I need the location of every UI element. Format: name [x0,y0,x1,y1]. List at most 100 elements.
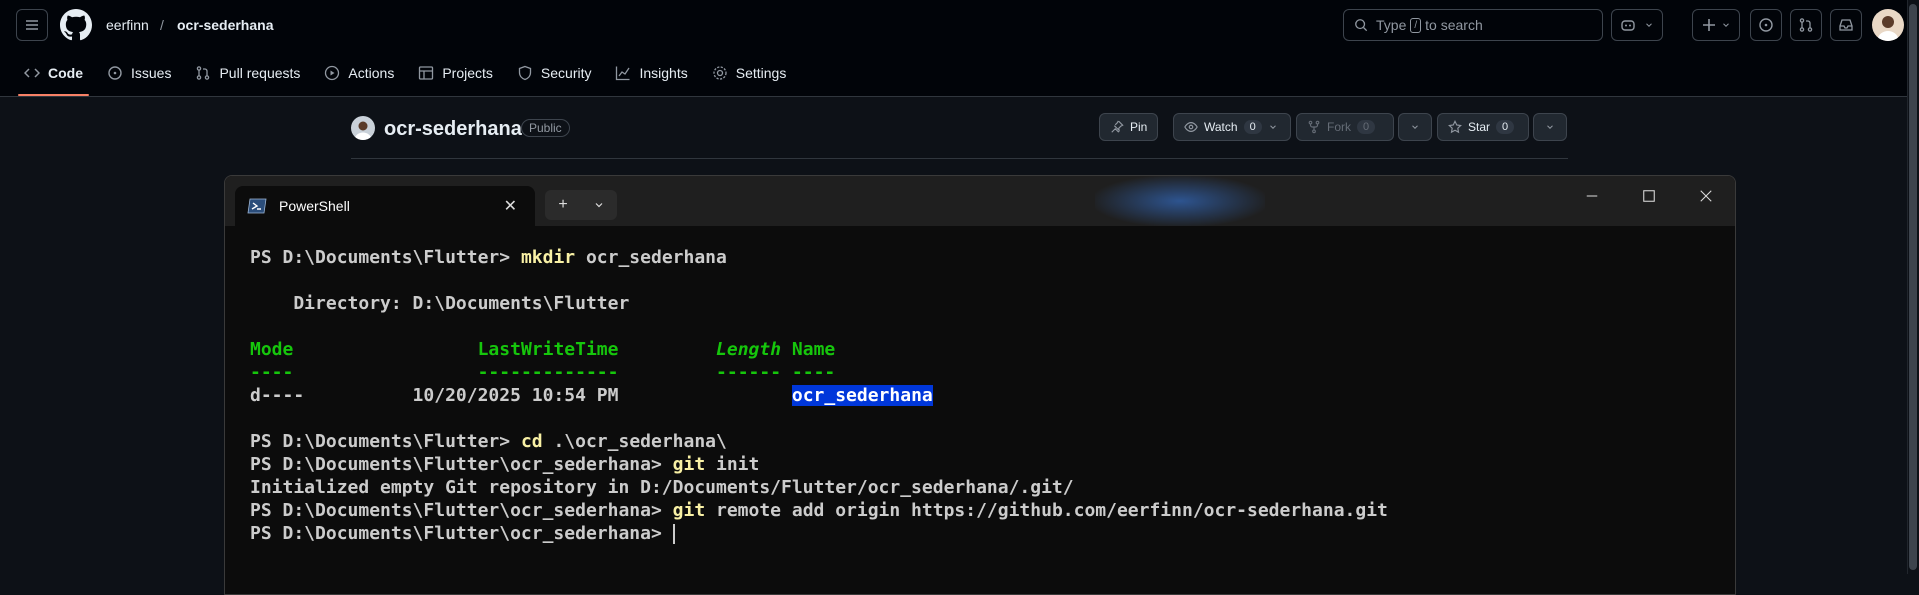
tab-pull-requests-label: Pull requests [219,65,301,81]
play-icon [325,65,340,81]
terminal-text: ---- [791,362,836,383]
fork-icon [1308,120,1320,134]
issue-icon [1759,18,1773,32]
pull-requests-button[interactable] [1790,9,1822,41]
inbox-icon [1839,19,1853,31]
repo-title[interactable]: ocr-sederhana [384,118,522,141]
terminal-text: ------ [716,362,782,383]
terminal-text: d---- 10/20/2025 10:54 PM [250,385,792,406]
repo-nav: Code Issues Pull requests Actions Projec… [18,58,804,96]
tab-settings-label: Settings [735,65,787,81]
terminal-tab[interactable]: PowerShell ✕ [235,186,535,226]
watch-count: 0 [1243,120,1262,134]
star-label: Star [1468,120,1491,134]
terminal-line: PS D:\Documents\Flutter> cd .\ocr_sederh… [250,430,1388,453]
minimize-icon[interactable] [1585,189,1599,208]
avatar-icon [1877,16,1899,41]
tab-dropdown-chevron-icon[interactable] [581,190,617,220]
powershell-icon [247,198,267,214]
star-button[interactable]: Star 0 [1437,113,1529,141]
terminal-text: git [672,500,706,521]
close-window-icon[interactable] [1699,189,1713,208]
shield-icon [518,65,532,81]
pin-button[interactable]: Pin [1099,113,1159,141]
hamburger-menu-button[interactable] [16,9,48,41]
inbox-button[interactable] [1830,9,1862,41]
github-header: eerfinn / ocr-sederhana Type / to search [0,0,1919,97]
header-top-row: eerfinn / ocr-sederhana Type / to search [0,0,1919,50]
terminal-text: init [705,454,760,475]
scrollbar-thumb[interactable] [1909,4,1917,570]
tab-actions[interactable]: Actions [318,58,406,88]
terminal-text: cd [520,431,543,452]
star-count: 0 [1496,120,1515,134]
breadcrumb-owner[interactable]: eerfinn [106,17,149,33]
tab-security[interactable]: Security [511,58,604,88]
breadcrumb-repo[interactable]: ocr-sederhana [177,17,273,33]
terminal-line: Mode LastWriteTime Length Name [250,338,1388,361]
tab-settings[interactable]: Settings [706,58,799,88]
terminal-text: PS D:\Documents\Flutter\ocr_sederhana> [250,454,673,475]
pull-request-icon [197,66,210,80]
fork-dropdown-button[interactable] [1398,113,1432,141]
terminal-line: d---- 10/20/2025 10:54 PM ocr_sederhana [250,384,1388,407]
terminal-text: Length [716,339,782,360]
star-dropdown-button[interactable] [1533,113,1567,141]
search-shortcut-key: / [1410,17,1422,33]
terminal-tab-bar: PowerShell ✕ + [225,176,1735,226]
terminal-line: PS D:\Documents\Flutter\ocr_sederhana> g… [250,499,1388,522]
repo-title-row: ocr-sederhana Public Pin Watch 0 Fork 0 … [351,113,1568,159]
terminal-text: mkdir [520,247,576,268]
tab-projects[interactable]: Projects [412,58,505,88]
hamburger-icon [26,20,38,30]
issue-icon [108,66,122,80]
repo-owner-avatar[interactable] [351,116,375,140]
terminal-line: Initialized empty Git repository in D:/D… [250,476,1388,499]
terminal-cursor [672,524,675,544]
terminal-text: PS D:\Documents\Flutter\ocr_sederhana> [250,523,673,544]
tab-issues[interactable]: Issues [101,58,183,88]
user-avatar[interactable] [1872,9,1904,41]
search-input[interactable]: Type / to search [1343,9,1603,41]
terminal-text: git [672,454,706,475]
plus-icon [1703,19,1715,31]
pin-icon [1111,120,1124,133]
tab-pull-requests[interactable]: Pull requests [189,58,312,88]
tab-issues-label: Issues [131,65,172,81]
page-scrollbar[interactable] [1907,0,1919,574]
create-new-button[interactable] [1692,9,1740,41]
terminal-output[interactable]: PS D:\Documents\Flutter> mkdir ocr_seder… [250,246,1388,545]
terminal-line: ---- ------------- ------ ---- [250,361,1388,384]
github-logo-icon[interactable] [60,9,92,41]
star-icon [1448,120,1462,134]
watch-button[interactable]: Watch 0 [1173,113,1291,141]
tab-insights[interactable]: Insights [609,58,699,88]
tab-code-label: Code [48,65,83,81]
issues-button[interactable] [1750,9,1782,41]
terminal-line: PS D:\Documents\Flutter> mkdir ocr_seder… [250,246,1388,269]
pin-label: Pin [1130,120,1148,134]
terminal-text: ---- [250,362,294,383]
copilot-button[interactable] [1611,9,1663,41]
terminal-line: PS D:\Documents\Flutter\ocr_sederhana> g… [250,453,1388,476]
chevron-down-icon [1723,23,1729,27]
tab-bar-glow [1095,176,1265,226]
code-icon [24,68,40,78]
terminal-text: Mode [250,339,294,360]
fork-label: Fork [1327,120,1351,134]
new-tab-plus-icon[interactable]: + [545,190,581,220]
close-tab-icon[interactable]: ✕ [504,196,517,216]
terminal-line: Directory: D:\Documents\Flutter [250,292,1388,315]
eye-icon [1184,122,1198,132]
active-tab-underline [18,94,89,96]
tab-code[interactable]: Code [18,58,95,88]
maximize-icon[interactable] [1642,189,1656,208]
fork-button[interactable]: Fork 0 [1296,113,1394,141]
